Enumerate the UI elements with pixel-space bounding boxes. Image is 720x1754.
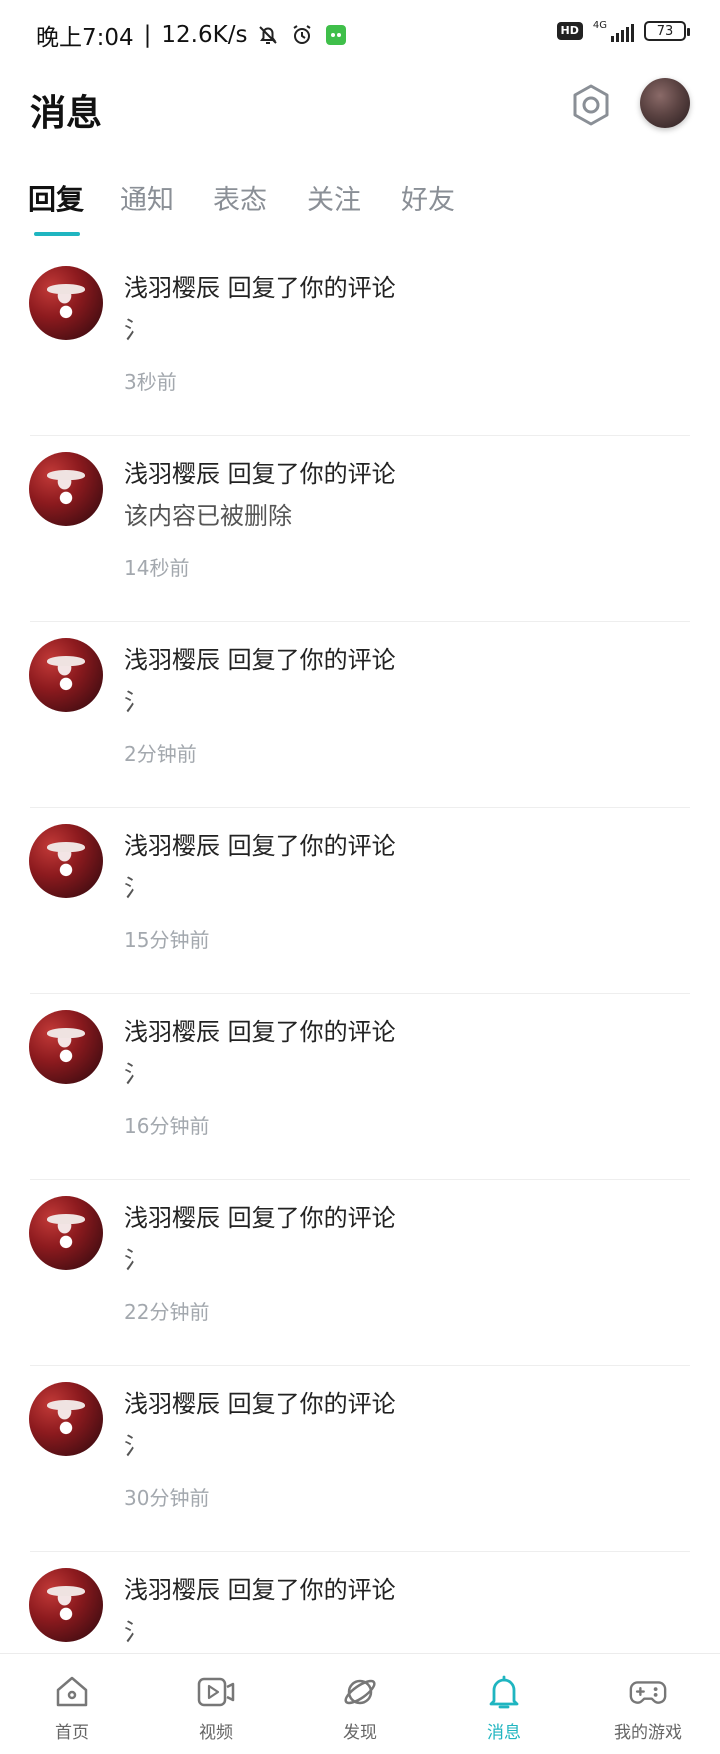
- message-body: 氵: [124, 1618, 148, 1646]
- message-time: 30分钟前: [124, 1486, 210, 1510]
- nav-my-games-label: 我的游戏: [614, 1723, 682, 1743]
- tab-follow[interactable]: 关注: [307, 178, 361, 217]
- page-title: 消息: [30, 93, 103, 134]
- status-separator: |: [143, 22, 152, 48]
- status-time: 晚上7:04: [36, 25, 134, 51]
- nav-video[interactable]: 视频: [144, 1654, 288, 1754]
- network-speed: 12.6K/s: [161, 22, 248, 48]
- signal-icon: 4G: [593, 20, 634, 42]
- message-time: 15分钟前: [124, 928, 210, 952]
- message-time: 22分钟前: [124, 1300, 210, 1324]
- avatar[interactable]: [29, 266, 103, 340]
- nav-my-games[interactable]: 我的游戏: [576, 1654, 720, 1754]
- nav-discover-label: 发现: [343, 1723, 377, 1743]
- list-item[interactable]: 浅羽樱辰 回复了你的评论 氵 3秒前: [0, 250, 720, 436]
- bell-icon: [484, 1672, 524, 1712]
- message-time: 14秒前: [124, 556, 190, 580]
- avatar[interactable]: [29, 1196, 103, 1270]
- battery-indicator: 73: [644, 21, 690, 41]
- message-body: 氵: [124, 688, 148, 716]
- settings-button[interactable]: [566, 82, 616, 132]
- message-list: 浅羽樱辰 回复了你的评论 氵 3秒前 浅羽樱辰 回复了你的评论 该内容已被删除 …: [0, 250, 720, 1738]
- nav-home-label: 首页: [55, 1723, 89, 1743]
- message-time: 3秒前: [124, 370, 177, 394]
- tab-bar: 回复 通知 表态 关注 好友: [0, 170, 720, 240]
- message-body: 氵: [124, 316, 148, 344]
- bottom-navigation: 首页 视频 发现 消息 我的游戏: [0, 1653, 720, 1754]
- video-icon: [196, 1672, 236, 1712]
- avatar[interactable]: [640, 78, 690, 128]
- nav-messages-label: 消息: [487, 1723, 521, 1743]
- app-notification-icon: [323, 22, 349, 48]
- hd-badge: HD: [556, 22, 583, 40]
- list-item[interactable]: 浅羽樱辰 回复了你的评论 氵 30分钟前: [0, 1366, 720, 1552]
- tab-friends[interactable]: 好友: [401, 178, 455, 217]
- message-time: 16分钟前: [124, 1114, 210, 1138]
- message-body: 氵: [124, 874, 148, 902]
- message-title: 浅羽樱辰 回复了你的评论: [124, 1390, 396, 1418]
- avatar[interactable]: [29, 1568, 103, 1642]
- alarm-icon: [289, 22, 315, 48]
- header: 消息: [0, 70, 720, 170]
- mute-bell-icon: [255, 22, 281, 48]
- message-title: 浅羽樱辰 回复了你的评论: [124, 274, 396, 302]
- nav-home[interactable]: 首页: [0, 1654, 144, 1754]
- gamepad-icon: [628, 1672, 668, 1712]
- avatar[interactable]: [29, 452, 103, 526]
- message-body: 氵: [124, 1246, 148, 1274]
- nav-discover[interactable]: 发现: [288, 1654, 432, 1754]
- tab-notice[interactable]: 通知: [120, 178, 174, 217]
- message-title: 浅羽樱辰 回复了你的评论: [124, 1018, 396, 1046]
- message-title: 浅羽樱辰 回复了你的评论: [124, 1576, 396, 1604]
- active-tab-indicator: [34, 232, 80, 236]
- gear-icon: [569, 83, 613, 131]
- nav-messages[interactable]: 消息: [432, 1654, 576, 1754]
- message-body: 氵: [124, 1432, 148, 1460]
- avatar[interactable]: [29, 1010, 103, 1084]
- status-bar: 晚上7:04 | 12.6K/s HD 4G 73: [0, 0, 720, 70]
- message-body: 该内容已被删除: [124, 502, 292, 530]
- list-item[interactable]: 浅羽樱辰 回复了你的评论 氵 22分钟前: [0, 1180, 720, 1366]
- avatar[interactable]: [29, 638, 103, 712]
- list-item[interactable]: 浅羽樱辰 回复了你的评论 该内容已被删除 14秒前: [0, 436, 720, 622]
- avatar[interactable]: [29, 1382, 103, 1456]
- list-item[interactable]: 浅羽樱辰 回复了你的评论 氵 2分钟前: [0, 622, 720, 808]
- message-time: 2分钟前: [124, 742, 197, 766]
- tab-reaction[interactable]: 表态: [213, 178, 267, 217]
- network-type: 4G: [592, 20, 607, 31]
- nav-video-label: 视频: [199, 1723, 233, 1743]
- message-body: 氵: [124, 1060, 148, 1088]
- avatar[interactable]: [29, 824, 103, 898]
- planet-icon: [340, 1672, 380, 1712]
- home-icon: [52, 1672, 92, 1712]
- list-item[interactable]: 浅羽樱辰 回复了你的评论 氵 16分钟前: [0, 994, 720, 1180]
- message-title: 浅羽樱辰 回复了你的评论: [124, 1204, 396, 1232]
- tab-reply[interactable]: 回复: [28, 178, 84, 218]
- message-title: 浅羽樱辰 回复了你的评论: [124, 832, 396, 860]
- message-title: 浅羽樱辰 回复了你的评论: [124, 460, 396, 488]
- list-item[interactable]: 浅羽樱辰 回复了你的评论 氵 15分钟前: [0, 808, 720, 994]
- message-title: 浅羽樱辰 回复了你的评论: [124, 646, 396, 674]
